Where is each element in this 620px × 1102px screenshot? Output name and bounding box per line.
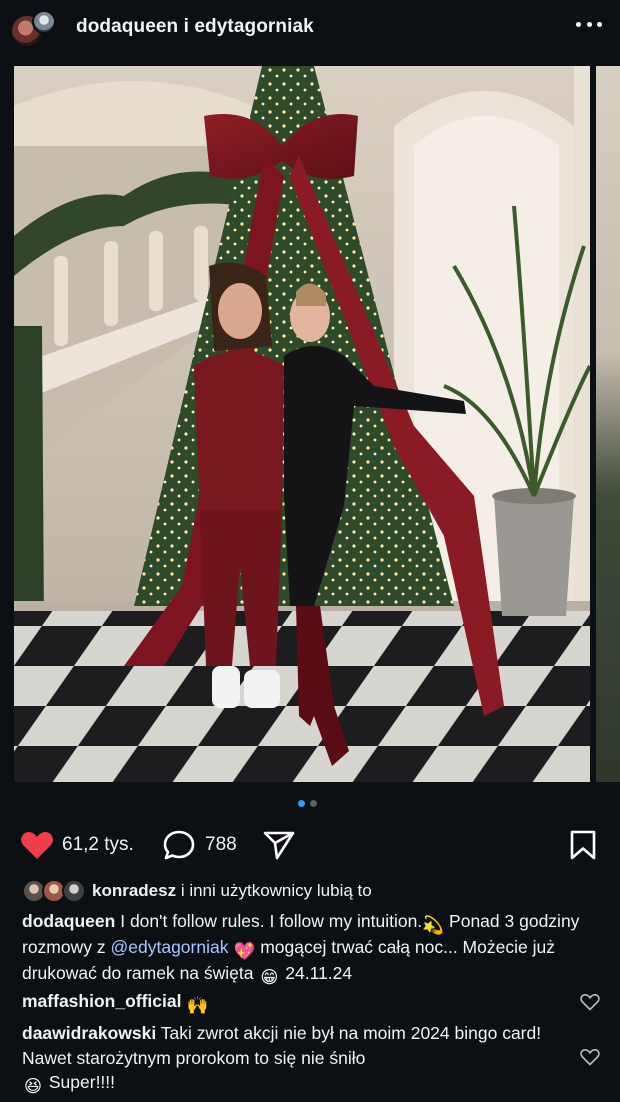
avatar[interactable] — [32, 10, 56, 34]
post-photo-illustration — [14, 66, 590, 782]
comment-username[interactable]: maffashion_official — [22, 991, 181, 1011]
post-photo[interactable] — [14, 66, 590, 782]
liked-by-username[interactable]: konradesz — [92, 881, 176, 901]
carousel-indicator — [298, 800, 317, 807]
laughing-emoji: 😆 — [23, 1076, 43, 1096]
carousel-dot — [310, 800, 317, 807]
comment-item: maffashion_official 🙌 — [22, 989, 562, 1015]
post-caption: dodaqueen I don't follow rules. I follow… — [22, 909, 602, 987]
comment-item: daawidrakowski Taki zwrot akcji nie był … — [22, 1021, 562, 1096]
collab-avatars[interactable] — [10, 10, 56, 50]
comment-text: Super!!!! — [48, 1072, 116, 1092]
dizzy-emoji: 💫 — [422, 915, 445, 935]
next-photo-peek[interactable] — [596, 66, 620, 782]
share-icon[interactable] — [262, 829, 296, 861]
comment-count[interactable]: 788 — [205, 834, 237, 856]
liked-by-text: i inni użytkownicy lubią to — [180, 881, 372, 900]
sparkling-heart-emoji: 💖 — [233, 941, 256, 961]
more-horizontal-icon[interactable] — [576, 22, 602, 30]
bookmark-icon[interactable] — [568, 829, 598, 861]
heart-outline-icon[interactable] — [580, 1048, 600, 1066]
action-bar: 61,2 tys. 788 — [0, 822, 620, 868]
post-header: dodaqueen i edytagorniak — [0, 0, 620, 58]
liked-by[interactable]: konradesz i inni użytkownicy lubią to — [22, 878, 372, 904]
caption-text: I don't follow rules. I follow my intuit… — [120, 911, 423, 931]
caption-username[interactable]: dodaqueen — [22, 911, 115, 931]
liked-by-avatars — [22, 879, 88, 903]
grin-emoji: 😁 — [260, 967, 279, 987]
post-usernames[interactable]: dodaqueen i edytagorniak — [76, 16, 314, 38]
heart-filled-icon[interactable] — [20, 830, 54, 860]
avatar — [62, 879, 86, 903]
caption-date: 24.11.24 — [285, 963, 353, 983]
raised-hands-emoji: 🙌 — [186, 995, 209, 1015]
like-count[interactable]: 61,2 tys. — [62, 834, 134, 856]
caption-mention[interactable]: @edytagorniak — [111, 937, 229, 957]
comment-username[interactable]: daawidrakowski — [22, 1023, 156, 1043]
heart-outline-icon[interactable] — [580, 993, 600, 1011]
carousel-dot-active — [298, 800, 305, 807]
comment-icon[interactable] — [162, 829, 196, 861]
